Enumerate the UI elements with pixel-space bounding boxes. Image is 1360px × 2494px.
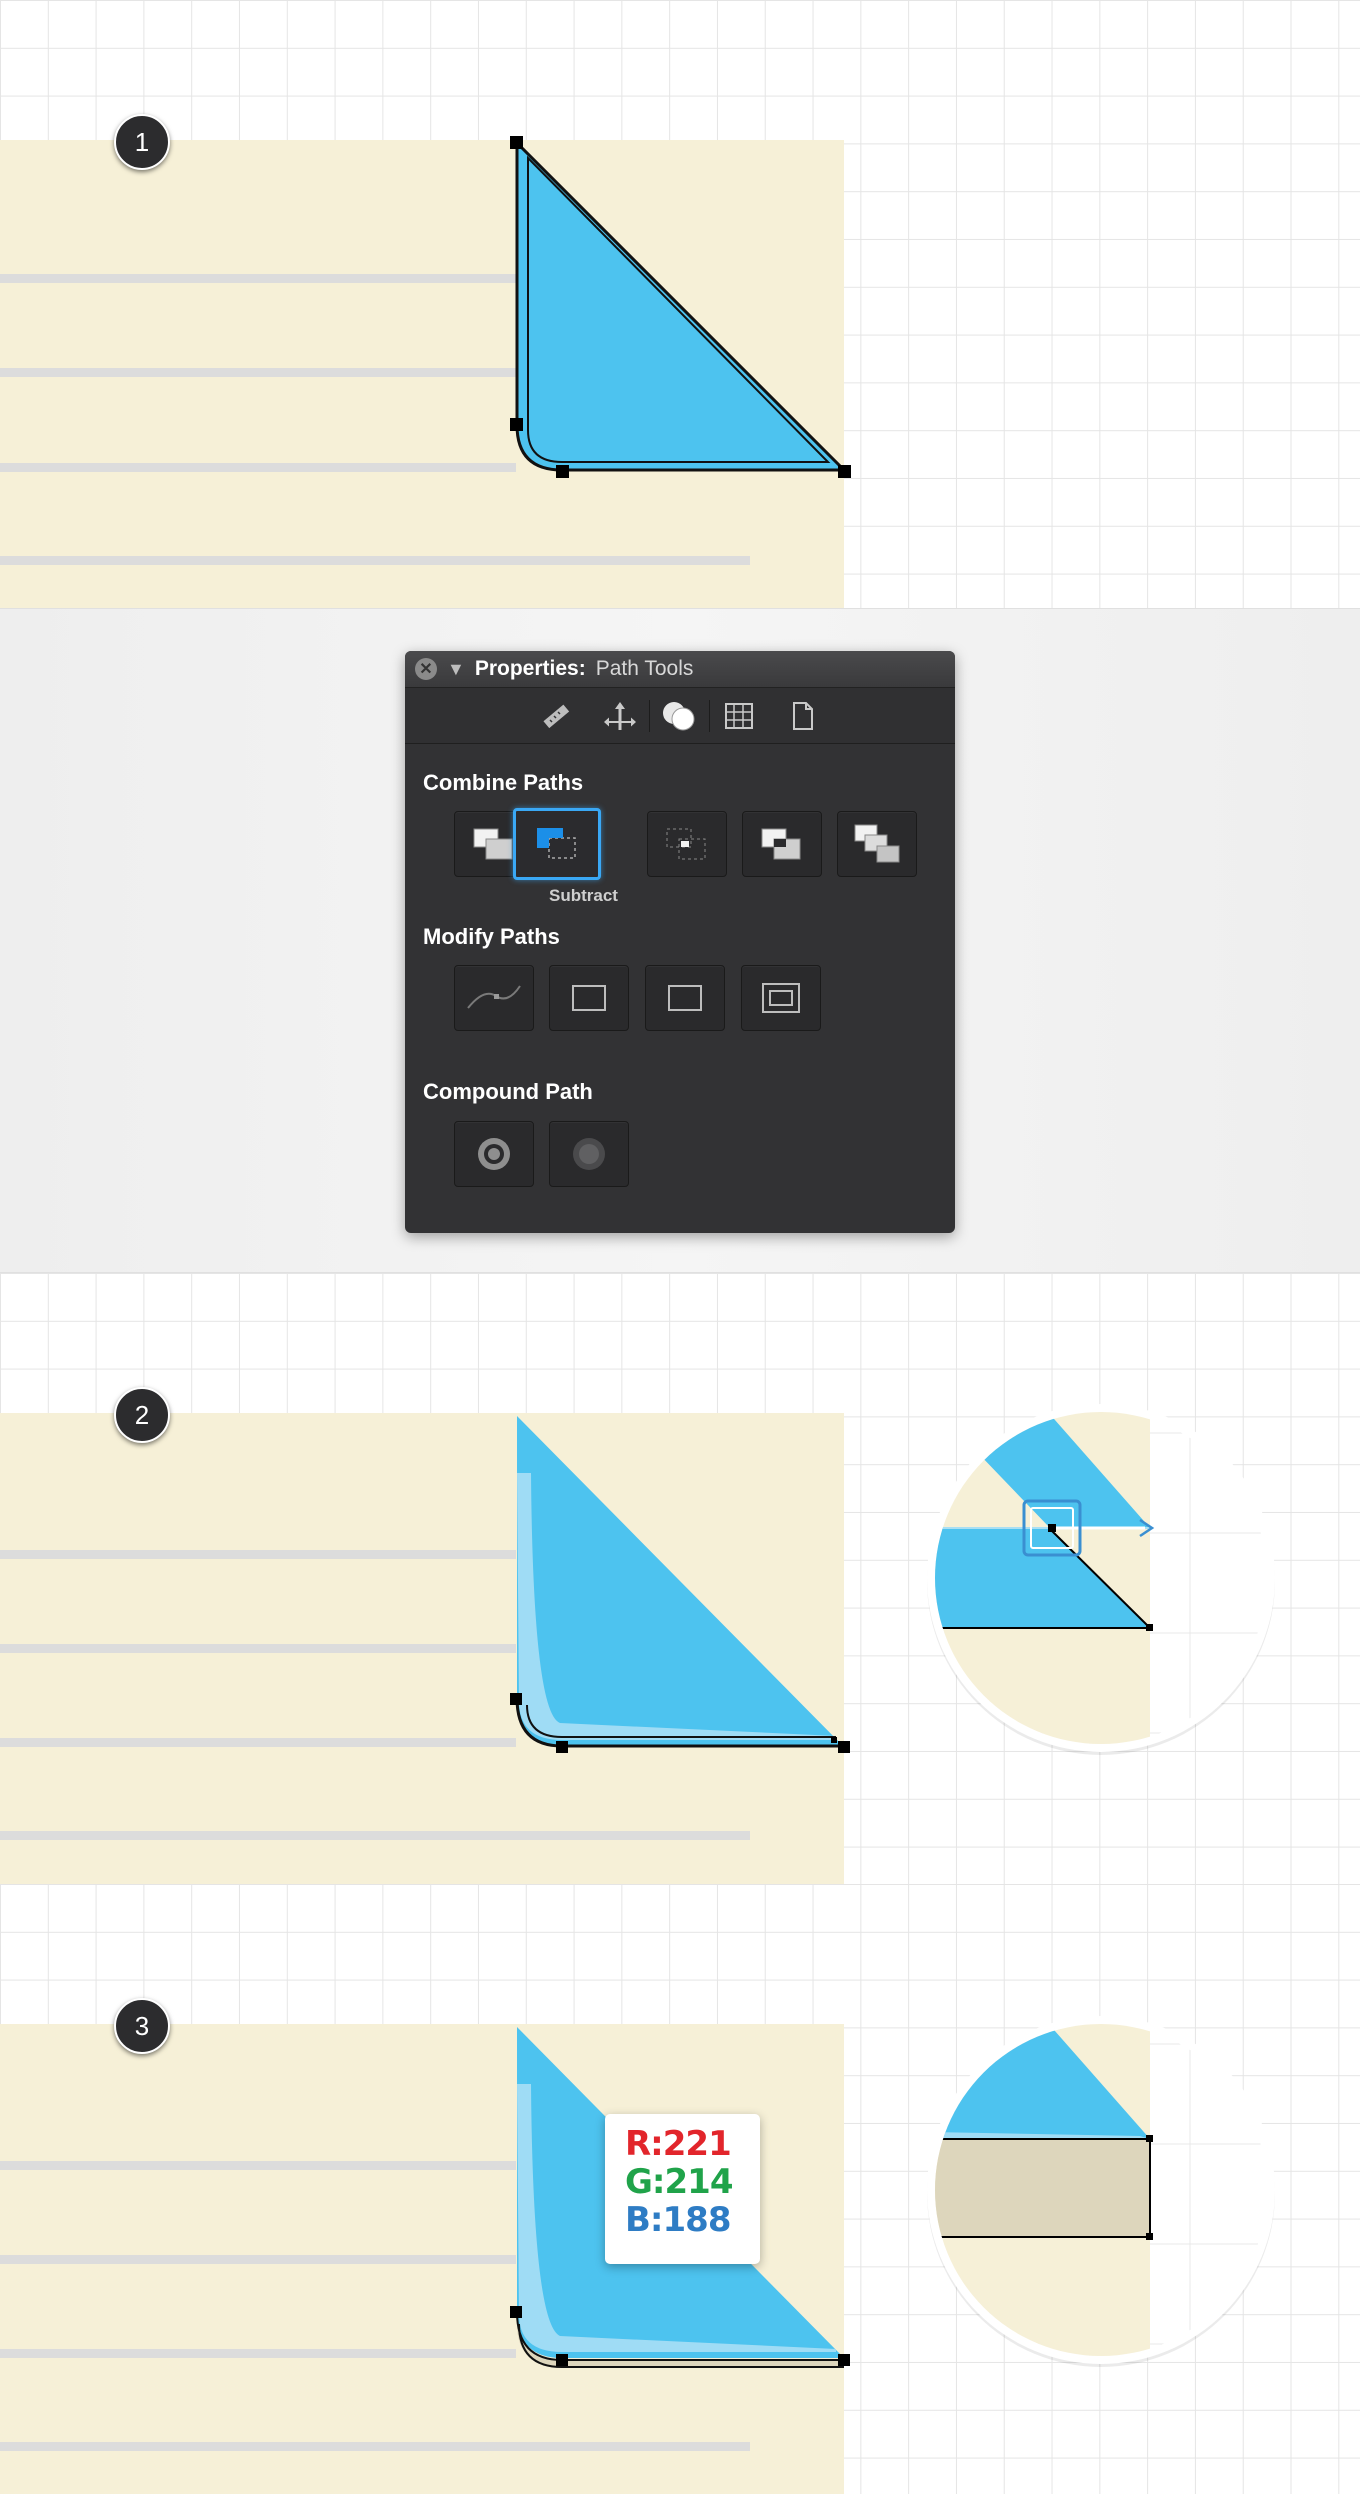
red-value: R:221 xyxy=(625,2124,733,2165)
anchor-point xyxy=(831,1737,837,1743)
paper-line xyxy=(0,463,516,472)
anchor-point xyxy=(556,1741,568,1753)
step-2-canvas: 2 xyxy=(0,1273,1360,1884)
path-tools-icon[interactable] xyxy=(657,698,701,734)
rectangle-outline-2-button[interactable] xyxy=(645,965,725,1031)
step-badge-2: 2 xyxy=(114,1387,170,1443)
document-icon[interactable] xyxy=(781,698,825,734)
paper-line xyxy=(0,274,516,283)
step-1-artwork xyxy=(0,136,851,608)
divide-button[interactable] xyxy=(837,811,917,877)
blue-value: B:188 xyxy=(624,2200,731,2241)
paper-line xyxy=(0,556,750,565)
properties-section: ✕ ▼ Properties: Path Tools Combine Paths… xyxy=(0,608,1360,1273)
divide-icon xyxy=(854,824,900,863)
paper-line xyxy=(0,368,516,377)
close-icon[interactable]: ✕ xyxy=(415,658,437,680)
subtract-button[interactable] xyxy=(513,808,601,880)
paper-line xyxy=(0,2255,516,2264)
paper-line xyxy=(0,2161,516,2170)
modify-paths-label: Modify Paths xyxy=(423,924,560,949)
step-badge-1: 1 xyxy=(114,114,170,170)
rectangle-outline-2-icon xyxy=(668,985,702,1011)
paper-line xyxy=(0,1550,516,1559)
step-badge-3: 3 xyxy=(114,1998,170,2054)
paper-line xyxy=(0,1644,516,1653)
rectangle-inset-button[interactable] xyxy=(741,965,821,1031)
make-compound-icon xyxy=(478,1138,510,1170)
path-curve-icon xyxy=(467,985,521,1009)
panel-title-label: Properties: xyxy=(474,657,586,680)
color-readout-card: R:221 G:214 B:188 xyxy=(605,2114,760,2264)
disclosure-triangle-icon[interactable]: ▼ xyxy=(447,659,465,680)
properties-panel: ✕ ▼ Properties: Path Tools Combine Paths… xyxy=(405,651,955,1233)
ruler-icon[interactable] xyxy=(534,698,578,734)
grid-icon[interactable] xyxy=(717,698,761,734)
release-compound-icon xyxy=(573,1138,605,1170)
anchor-point xyxy=(510,136,523,149)
rectangle-inset-icon xyxy=(762,983,800,1013)
anchor-point xyxy=(510,2306,522,2318)
anchor-point xyxy=(838,465,851,478)
green-value: G:214 xyxy=(624,2162,733,2203)
intersect-button[interactable] xyxy=(647,811,727,877)
rectangle-outline-icon xyxy=(572,985,606,1011)
step-1-canvas: 1 xyxy=(0,0,1360,608)
anchor-point xyxy=(838,1741,850,1753)
anchor-point xyxy=(510,1693,522,1705)
anchor-point xyxy=(838,2354,850,2366)
subtract-icon xyxy=(537,828,576,859)
rectangle-outline-button[interactable] xyxy=(549,965,629,1031)
make-compound-button[interactable] xyxy=(454,1121,534,1187)
intersect-icon xyxy=(666,828,706,860)
anchor-point xyxy=(556,2354,568,2366)
anchor-point xyxy=(556,465,569,478)
step-3-canvas: 3 R:221 G:214 B:188 xyxy=(0,1884,1360,2494)
panel-toolbar xyxy=(405,688,955,744)
panel-title-value: Path Tools xyxy=(595,657,694,680)
panel-title-bar: ✕ ▼ Properties: Path Tools xyxy=(405,651,955,688)
combine-paths-label: Combine Paths xyxy=(423,770,584,795)
path-curve-button[interactable] xyxy=(454,965,534,1031)
anchor-point xyxy=(510,418,523,431)
exclude-button[interactable] xyxy=(742,811,822,877)
subtract-caption: Subtract xyxy=(549,886,618,905)
compound-path-label: Compound Path xyxy=(423,1079,593,1104)
paper-line xyxy=(0,1831,750,1840)
release-compound-button[interactable] xyxy=(549,1121,629,1187)
paper-line xyxy=(0,2442,750,2451)
step-2-artwork xyxy=(0,1404,1275,1884)
move-arrows-icon[interactable] xyxy=(598,698,642,734)
paper-line xyxy=(0,2349,516,2358)
exclude-icon xyxy=(761,828,801,860)
paper-line xyxy=(0,1738,516,1747)
